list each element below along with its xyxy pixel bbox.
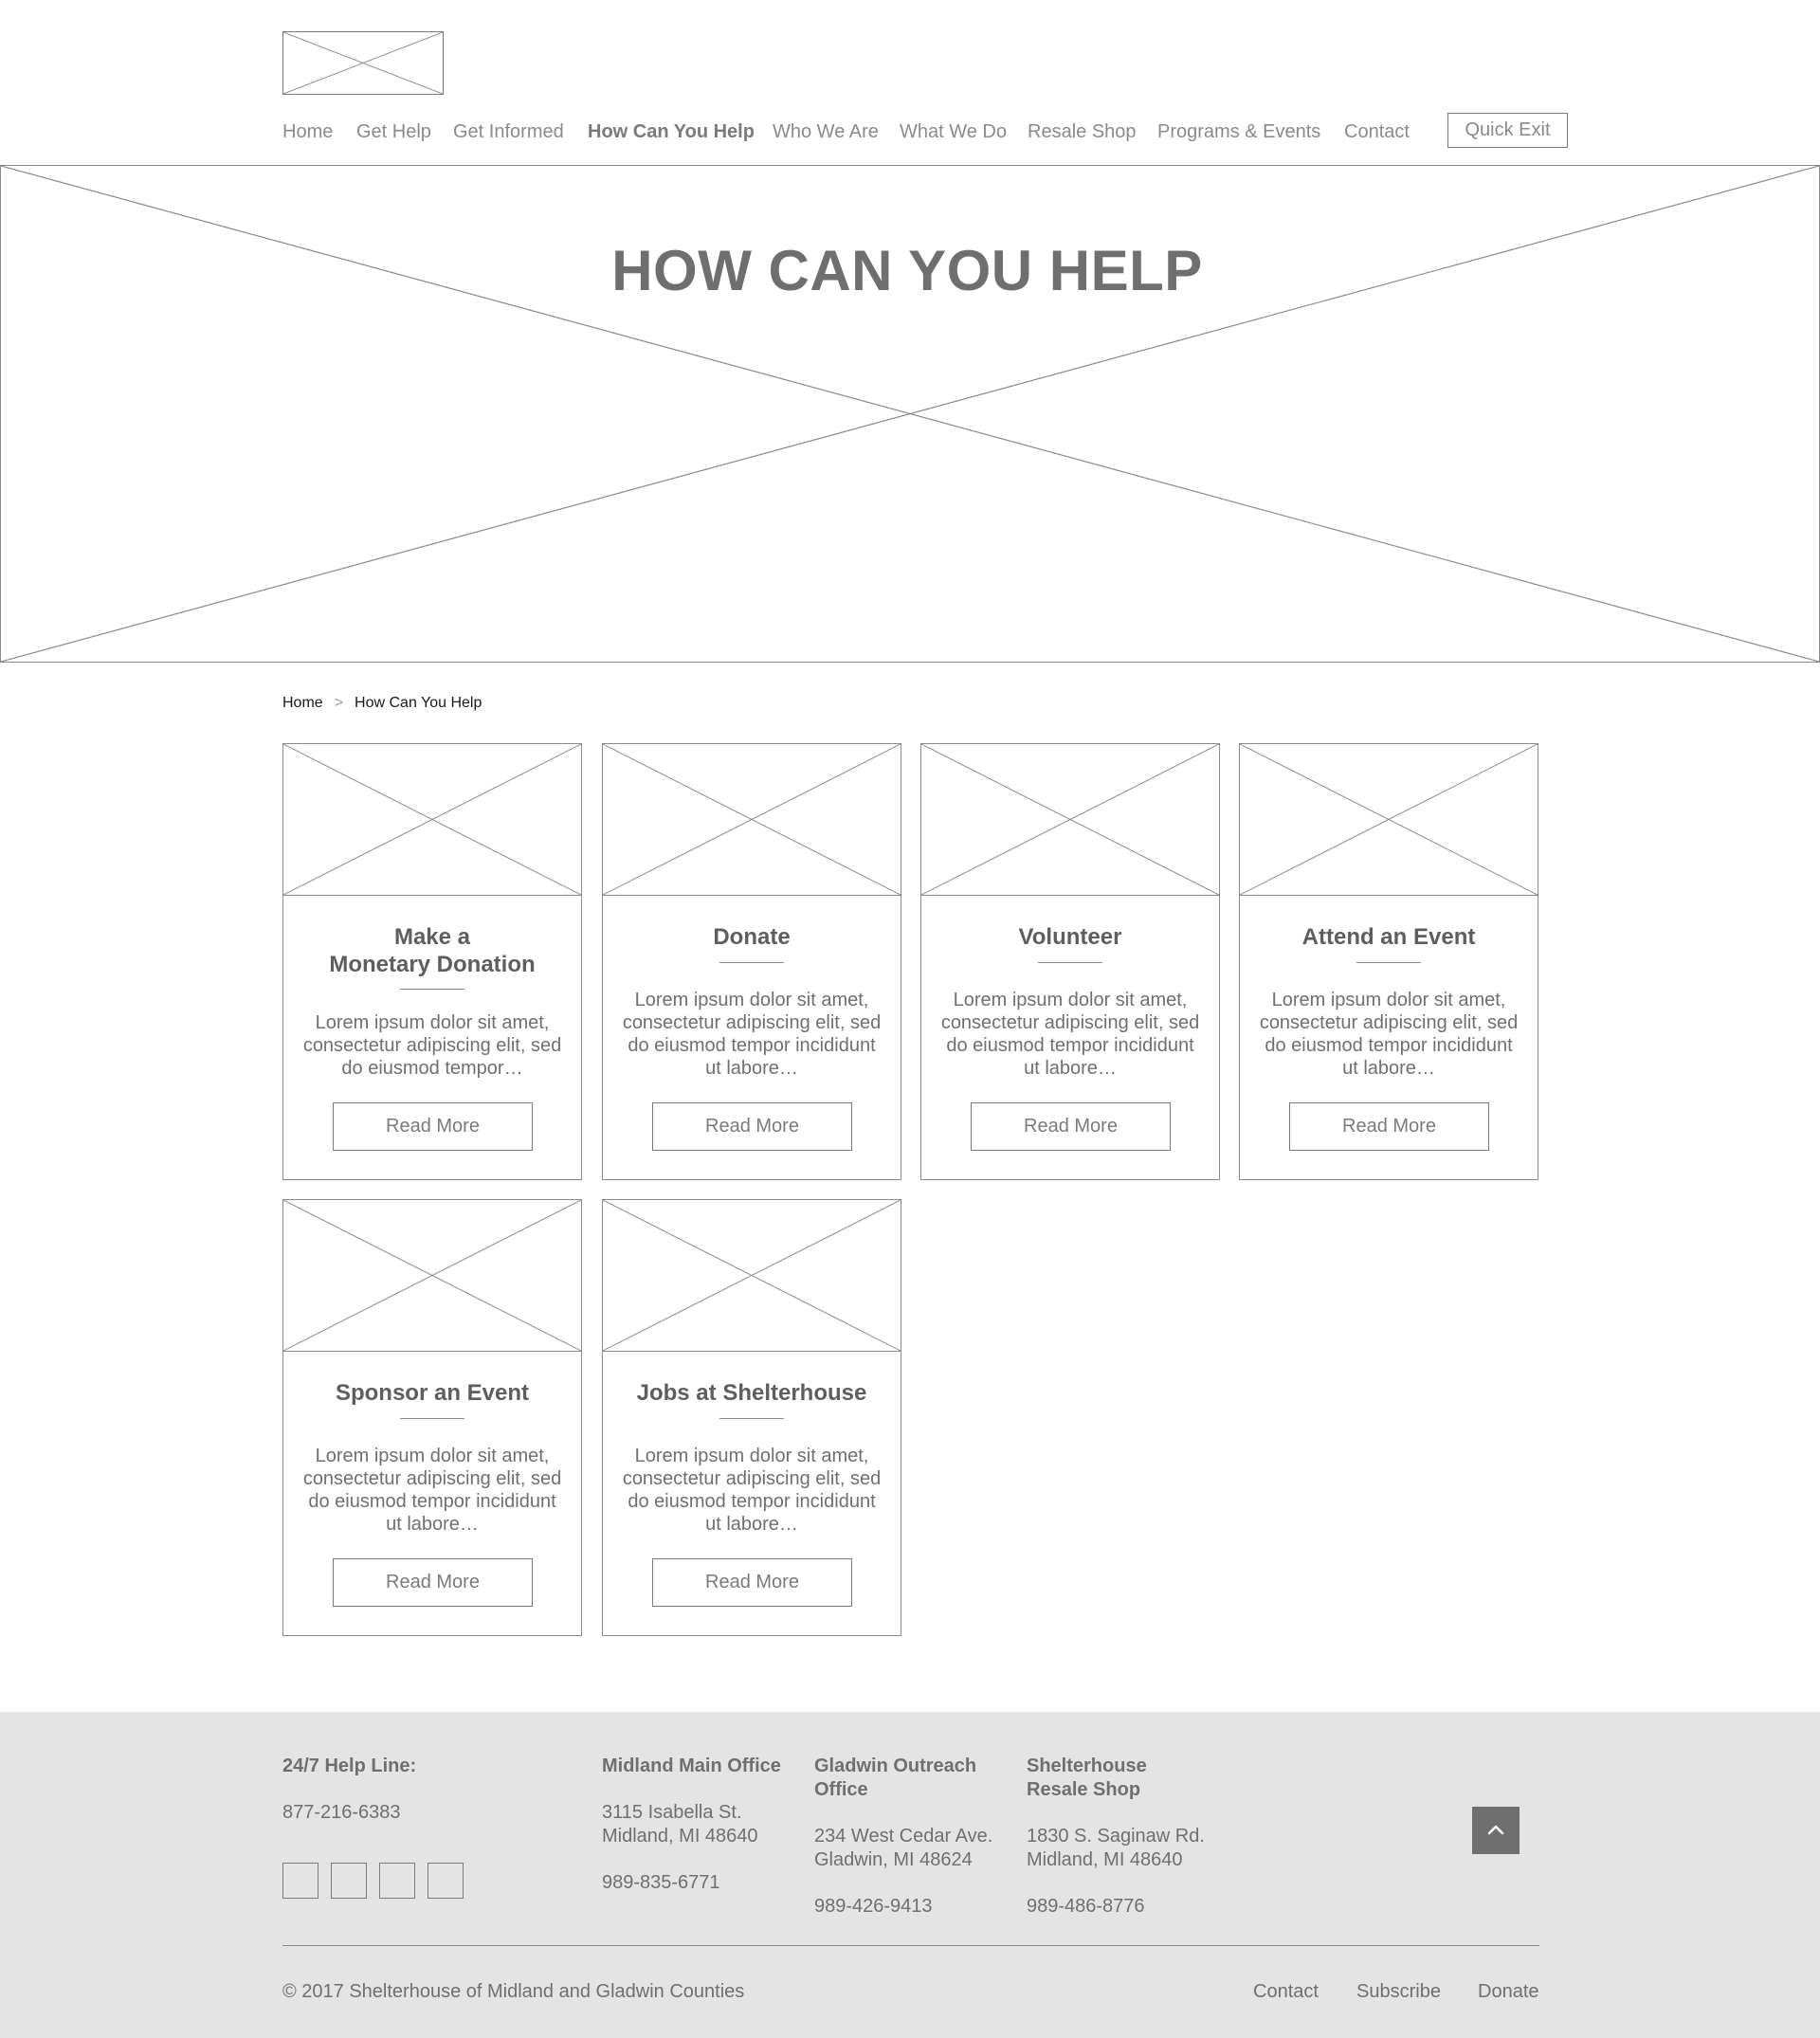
midland-phone[interactable]: 989-835-6771 [602,1871,781,1895]
read-more-button[interactable]: Read More [971,1102,1171,1151]
card-image-placeholder [921,744,1219,896]
nav-programs-events[interactable]: Programs & Events [1157,118,1320,146]
read-more-button[interactable]: Read More [1289,1102,1489,1151]
footer-midland-office: Midland Main Office 3115 Isabella St. Mi… [602,1755,781,1895]
nav-what-we-do[interactable]: What We Do [900,118,1007,146]
breadcrumb-home[interactable]: Home [282,695,323,712]
card-text: Lorem ipsum dolor sit amet, consectetur … [302,1446,562,1535]
resale-address-line1: 1830 S. Saginaw Rd. [1027,1826,1205,1847]
card-title: Make a Monetary Donation [329,924,536,977]
back-to-top-button[interactable] [1472,1807,1520,1854]
card-jobs: Jobs at Shelterhouse Lorem ipsum dolor s… [602,1199,901,1636]
card-divider [400,989,464,990]
social-links [282,1863,464,1899]
copyright-text: © 2017 Shelterhouse of Midland and Gladw… [282,1981,745,2002]
read-more-button[interactable]: Read More [652,1102,852,1151]
card-title: Sponsor an Event [335,1380,530,1406]
card-title: Attend an Event [1301,924,1476,950]
footer-link-subscribe[interactable]: Subscribe [1356,1981,1441,2003]
logo-placeholder[interactable] [282,31,444,95]
footer-helpline: 24/7 Help Line: 877-216-6383 [282,1755,416,1825]
card-text: Lorem ipsum dolor sit amet, consectetur … [622,1446,882,1535]
gladwin-heading-line2: Office [814,1779,868,1800]
read-more-button[interactable]: Read More [652,1558,852,1607]
resale-address-line2: Midland, MI 48640 [1027,1849,1183,1870]
breadcrumb: Home > How Can You Help [282,695,482,712]
footer-gladwin-office: Gladwin Outreach Office 234 West Cedar A… [814,1755,992,1919]
quick-exit-button[interactable]: Quick Exit [1447,113,1568,148]
card-divider [400,1418,464,1419]
card-title: Jobs at Shelterhouse [636,1380,867,1406]
social-icon-4[interactable] [428,1863,464,1899]
card-text: Lorem ipsum dolor sit amet, consectetur … [1259,990,1519,1079]
nav-home[interactable]: Home [282,118,333,146]
midland-address-line2: Midland, MI 48640 [602,1826,758,1847]
nav-contact[interactable]: Contact [1344,118,1410,146]
card-divider [1356,962,1421,963]
card-image-placeholder [283,744,581,896]
card-divider [719,1418,784,1419]
chevron-up-icon [1487,1825,1504,1835]
footer-link-donate[interactable]: Donate [1478,1981,1539,2003]
card-attend-event: Attend an Event Lorem ipsum dolor sit am… [1239,743,1538,1180]
midland-address-line1: 3115 Isabella St. [602,1802,742,1823]
social-icon-2[interactable] [331,1863,367,1899]
social-icon-1[interactable] [282,1863,318,1899]
card-sponsor-event: Sponsor an Event Lorem ipsum dolor sit a… [282,1199,582,1636]
nav-get-help[interactable]: Get Help [356,118,431,146]
footer: 24/7 Help Line: 877-216-6383 Midland Mai… [0,1712,1820,2038]
nav-how-can-you-help[interactable]: How Can You Help [588,118,755,146]
card-donate: Donate Lorem ipsum dolor sit amet, conse… [602,743,901,1180]
card-title: Volunteer [1018,924,1122,950]
helpline-phone[interactable]: 877-216-6383 [282,1801,416,1825]
card-make-monetary-donation: Make a Monetary Donation Lorem ipsum dol… [282,743,582,1180]
gladwin-heading-line1: Gladwin Outreach [814,1756,977,1776]
resale-phone[interactable]: 989-486-8776 [1027,1895,1205,1919]
read-more-button[interactable]: Read More [333,1102,533,1151]
nav-who-we-are[interactable]: Who We Are [773,118,879,146]
card-image-placeholder [283,1200,581,1352]
breadcrumb-current: How Can You Help [355,695,482,711]
hero-banner: HOW CAN YOU HELP [0,165,1820,663]
footer-link-contact[interactable]: Contact [1253,1981,1319,2003]
card-title: Donate [713,924,791,950]
nav-resale-shop[interactable]: Resale Shop [1028,118,1137,146]
midland-heading: Midland Main Office [602,1756,781,1776]
helpline-heading: 24/7 Help Line: [282,1756,417,1776]
page-title: HOW CAN YOU HELP [611,239,1203,302]
footer-divider [282,1945,1539,1946]
footer-resale-shop: Shelterhouse Resale Shop 1830 S. Saginaw… [1027,1755,1205,1919]
resale-heading-line1: Shelterhouse [1027,1756,1147,1776]
breadcrumb-separator: > [334,695,344,711]
card-image-placeholder [603,744,901,896]
nav-get-informed[interactable]: Get Informed [453,118,564,146]
card-divider [719,962,784,963]
card-text: Lorem ipsum dolor sit amet, consectetur … [940,990,1200,1079]
gladwin-address-line2: Gladwin, MI 48624 [814,1849,973,1870]
card-divider [1038,962,1102,963]
social-icon-3[interactable] [379,1863,415,1899]
card-image-placeholder [603,1200,901,1352]
gladwin-phone[interactable]: 989-426-9413 [814,1895,992,1919]
read-more-button[interactable]: Read More [333,1558,533,1607]
card-image-placeholder [1240,744,1538,896]
resale-heading-line2: Resale Shop [1027,1779,1141,1800]
gladwin-address-line1: 234 West Cedar Ave. [814,1826,993,1847]
card-text: Lorem ipsum dolor sit amet, consectetur … [302,1012,562,1079]
card-text: Lorem ipsum dolor sit amet, consectetur … [622,990,882,1079]
card-volunteer: Volunteer Lorem ipsum dolor sit amet, co… [920,743,1220,1180]
